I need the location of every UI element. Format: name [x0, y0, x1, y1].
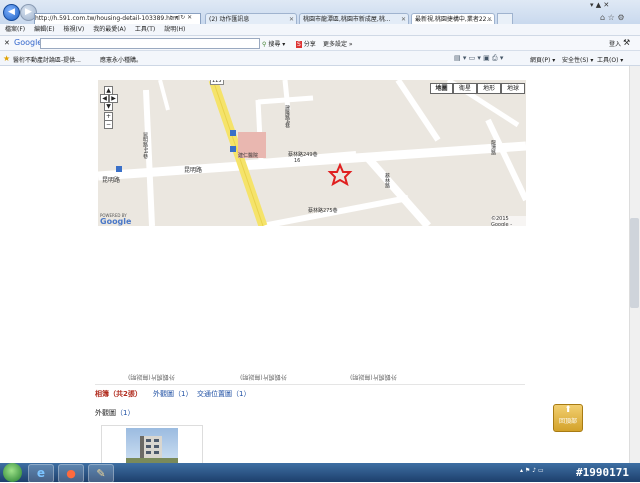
pan-down-control[interactable]: ▼	[104, 102, 113, 111]
favorite-item-1[interactable]: 醫桁不動產討論區-提供...	[13, 55, 81, 64]
photo-caption-1: 外觀照片(無說明)	[128, 373, 175, 380]
taskbar-app-3[interactable]: ✎	[88, 464, 114, 483]
tab-label: (2) 动作匯訊息	[209, 16, 250, 23]
address-tools[interactable]: ⌕ ▾ ↻ ✕	[170, 13, 198, 23]
ie-icon: e	[36, 466, 46, 480]
tab-album[interactable]: 相簿（共2張）	[95, 389, 142, 399]
map-label-lane-44: 昆明路44巷	[142, 132, 148, 159]
signin-button[interactable]: 登入	[609, 39, 621, 48]
share-button[interactable]: S 分享	[296, 39, 316, 48]
map-type-satellite[interactable]: 衛星	[453, 83, 477, 94]
paint-icon: ✎	[96, 467, 106, 480]
map-label-road-2: 昆明路	[102, 177, 121, 184]
map-label-east-road: 蔡林路	[384, 173, 390, 188]
menu-edit[interactable]: 編輯(E)	[34, 26, 54, 33]
map-label-number: 16	[294, 158, 301, 164]
search-icon: ⚲	[262, 41, 267, 48]
browser-tab-1[interactable]: (2) 动作匯訊息 ✕	[205, 13, 297, 24]
photo-caption-3: 外觀照片(無說明)	[350, 373, 397, 380]
google-map-logo[interactable]: Google	[100, 217, 131, 226]
back-button[interactable]: ◀	[3, 4, 20, 21]
favorite-item-2[interactable]: 應憲永小種購。	[100, 55, 142, 64]
building-image	[126, 436, 178, 464]
search-label: 搜尋	[268, 41, 281, 48]
tab-close-icon[interactable]: ✕	[487, 14, 492, 24]
menu-favorites[interactable]: 我的最愛(A)	[93, 26, 126, 33]
map-label-ne-road: 龍潭路	[490, 140, 496, 155]
photo-caption-2: 外觀照片(無說明)	[240, 373, 287, 380]
menu-page[interactable]: 網頁(P) ▾	[530, 55, 555, 64]
command-bar-icons[interactable]: ▤ ▾ ▭ ▾ ▣ ⎙ ▾	[454, 54, 503, 63]
exterior-label: 外觀圖	[95, 409, 116, 417]
menu-tools[interactable]: 工具(T)	[135, 26, 155, 33]
map-label-road: 昆明路	[184, 167, 203, 174]
map-copyright: ©2015 Google -	[491, 216, 526, 226]
tab-close-icon[interactable]: ✕	[289, 14, 294, 24]
tab-location[interactable]: 交通位置圖（1）	[197, 389, 250, 399]
map-label-lane-249: 蔡林路249巷	[288, 152, 318, 158]
menu-file[interactable]: 檔案(F)	[5, 26, 25, 33]
back-to-top-button[interactable]: ⬆ 回頂部	[553, 404, 583, 432]
share-icon: S	[296, 41, 302, 48]
exterior-count: （1）	[116, 409, 135, 417]
toolbar-close-icon[interactable]: ✕	[4, 39, 10, 47]
map-type-terrain[interactable]: 地形	[477, 83, 501, 94]
map-label-hospital: 建仁醫院	[238, 153, 259, 159]
back-to-top-label: 回頂部	[558, 418, 577, 425]
tab-label: 最新視,桃園捷構中,業者22...	[415, 16, 493, 23]
back-arrow-icon: ◀	[8, 7, 15, 17]
tab-label: 桃園市龍潭區,桃園市新成屋,桃...	[303, 16, 391, 23]
scrollbar-thumb[interactable]	[630, 218, 639, 308]
tab-close-icon[interactable]: ✕	[401, 14, 406, 24]
address-text: http://h.591.com.tw/housing-detail-10338…	[35, 15, 180, 22]
system-tray[interactable]: ▴ ⚑ ♪ ▭	[520, 467, 544, 474]
taskbar-app-2[interactable]: ●	[58, 464, 84, 483]
building-photo[interactable]	[126, 428, 178, 464]
browser-tab-2[interactable]: 桃園市龍潭區,桃園市新成屋,桃... ✕	[299, 13, 409, 24]
watermark: #1990171	[576, 466, 629, 479]
home-star-gear-icons[interactable]: ⌂ ☆ ⚙	[600, 13, 625, 22]
map-label-lane-4: 建隆路4巷	[284, 105, 290, 129]
map-type-earth[interactable]: 地球	[501, 83, 525, 94]
tab-exterior[interactable]: 外觀圖（1）	[153, 389, 192, 399]
route-shield: 115	[210, 80, 224, 85]
menu-tools-cmd[interactable]: 工具(O) ▾	[597, 55, 623, 64]
menu-safety[interactable]: 安全性(S) ▾	[562, 55, 593, 64]
google-search-input[interactable]	[40, 38, 260, 49]
map-pin-icon: ●	[66, 467, 76, 480]
zoom-out-button[interactable]: −	[104, 120, 113, 129]
taskbar-ie[interactable]: e	[28, 464, 54, 483]
google-logo: Google	[14, 38, 43, 47]
location-map[interactable]: 115 昆明路 昆明路 建仁醫院 蔡林路249巷 16 蔡林路275巷 昆明路4…	[98, 80, 526, 226]
map-type-map[interactable]: 地圖	[430, 83, 453, 94]
start-button[interactable]	[3, 463, 22, 482]
wrench-icon[interactable]: ⚒	[623, 38, 630, 47]
menu-view[interactable]: 檢視(V)	[63, 26, 84, 33]
favorites-star-icon[interactable]: ★	[3, 54, 10, 63]
divider	[95, 384, 525, 385]
share-label: 分享	[303, 41, 316, 48]
more-settings[interactable]: 更多設定 »	[323, 39, 353, 48]
exterior-section-title: 外觀圖（1）	[95, 408, 134, 418]
window-controls[interactable]: ▾ ▲ ✕	[590, 1, 609, 9]
browser-tab-3[interactable]: 最新視,桃園捷構中,業者22... ✕	[411, 13, 495, 24]
menu-bar: 檔案(F) 編輯(E) 檢視(V) 我的最愛(A) 工具(T) 說明(H)	[0, 24, 640, 36]
google-search-button[interactable]: ⚲ 搜尋 ▾	[262, 39, 285, 48]
map-label-lane-275: 蔡林路275巷	[308, 208, 338, 214]
up-arrow-icon: ⬆	[564, 405, 572, 415]
menu-help[interactable]: 說明(H)	[164, 26, 185, 33]
